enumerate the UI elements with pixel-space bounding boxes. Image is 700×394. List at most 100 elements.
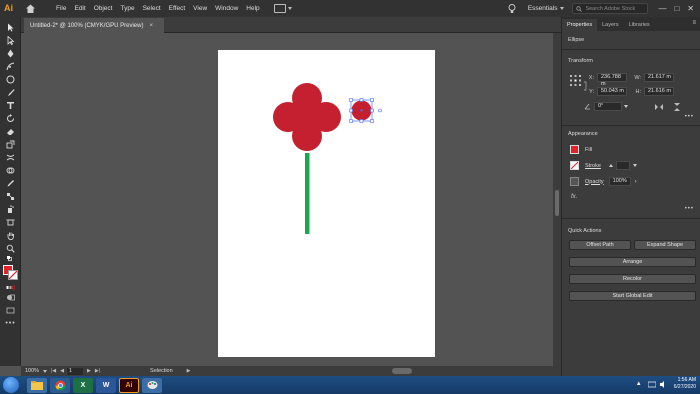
document-tab[interactable]: Untitled-2* @ 100% (CMYK/GPU Preview) × (24, 18, 164, 33)
close-tab-icon[interactable]: × (149, 23, 153, 29)
curvature-tool[interactable] (0, 60, 21, 73)
paint-icon[interactable] (142, 377, 162, 393)
panel-menu-icon[interactable]: ≡ (692, 20, 696, 26)
scale-tool[interactable] (0, 138, 21, 151)
file-explorer-icon[interactable] (27, 377, 47, 393)
h-field[interactable]: 21.616 m (644, 87, 674, 96)
start-global-edit-button[interactable]: Start Global Edit (569, 291, 696, 301)
tab-layers[interactable]: Layers (597, 19, 624, 31)
menu-type[interactable]: Type (116, 0, 138, 17)
paintbrush-tool[interactable] (0, 86, 21, 99)
transform-more-options[interactable]: ••• (685, 114, 694, 120)
lightbulb-icon[interactable] (508, 3, 516, 14)
last-artboard-icon[interactable]: ▶| (95, 368, 100, 374)
menu-help[interactable]: Help (242, 0, 263, 17)
appearance-more-options[interactable]: ••• (685, 206, 694, 212)
screen-mode[interactable] (0, 304, 21, 317)
width-tool[interactable] (0, 151, 21, 164)
stock-search-input[interactable]: Search Adobe Stock (572, 3, 649, 14)
fill-stroke-swatches[interactable] (0, 263, 21, 283)
x-field[interactable]: 236.788 m (597, 73, 627, 87)
status-menu-icon[interactable]: ▶ (187, 368, 191, 374)
w-field[interactable]: 21.617 m (644, 73, 674, 82)
horizontal-scrollbar[interactable] (256, 368, 561, 374)
chrome-icon[interactable] (50, 377, 70, 393)
illustrator-taskbar-icon[interactable]: Ai (119, 377, 139, 393)
symbol-sprayer-tool[interactable] (0, 203, 21, 216)
menu-file[interactable]: File (52, 0, 70, 17)
rotate-tool[interactable] (0, 112, 21, 125)
first-artboard-icon[interactable]: |◀ (51, 368, 56, 374)
start-button[interactable] (3, 377, 19, 393)
expand-shape-button[interactable]: Expand Shape (634, 240, 696, 250)
stroke-color-swatch[interactable] (570, 161, 579, 170)
eraser-tool[interactable] (0, 125, 21, 138)
opacity-label[interactable]: Opacity (585, 179, 604, 185)
arrange-button[interactable]: Arrange (569, 257, 696, 267)
ellipse-tool[interactable] (0, 73, 21, 86)
constrain-proportions-icon[interactable] (583, 81, 589, 91)
color-mode-buttons[interactable] (0, 283, 21, 291)
status-tool-name[interactable]: Selection (150, 368, 173, 374)
type-tool[interactable] (0, 99, 21, 112)
tab-properties[interactable]: Properties (562, 19, 598, 31)
zoom-tool[interactable] (0, 242, 21, 255)
canvas-area[interactable] (21, 33, 553, 366)
chevron-right-icon[interactable]: › (635, 179, 637, 185)
menu-select[interactable]: Select (139, 0, 165, 17)
stroke-weight-up-icon[interactable] (608, 164, 613, 167)
shape-builder-tool[interactable] (0, 164, 21, 177)
scrollbar-thumb[interactable] (392, 368, 412, 374)
direct-selection-tool[interactable] (0, 34, 21, 47)
flip-vertical-icon[interactable] (673, 102, 681, 112)
chevron-down-icon[interactable] (624, 105, 628, 108)
show-hidden-icons[interactable]: ▲ (636, 381, 642, 387)
artboard[interactable] (218, 50, 435, 357)
chevron-down-icon[interactable] (632, 164, 637, 167)
artboard-tool[interactable] (0, 216, 21, 229)
stroke-weight-field[interactable] (615, 161, 630, 170)
angle-field[interactable]: 0° (594, 102, 622, 111)
vertical-scrollbar[interactable] (553, 33, 561, 366)
volume-icon[interactable] (659, 380, 668, 388)
stroke-swatch[interactable] (8, 270, 18, 280)
zoom-level[interactable]: 100% (25, 367, 48, 375)
eyedropper-tool[interactable] (0, 177, 21, 190)
menu-edit[interactable]: Edit (70, 0, 89, 17)
selection-tool[interactable] (0, 21, 21, 34)
reference-point-icon[interactable] (570, 75, 581, 86)
drawing-modes[interactable] (0, 291, 21, 304)
minimize-button[interactable]: — (658, 4, 666, 13)
home-icon[interactable] (25, 3, 36, 14)
maximize-button[interactable]: □ (674, 4, 679, 13)
tab-libraries[interactable]: Libraries (624, 19, 655, 31)
edit-toolbar[interactable]: ••• (0, 317, 21, 330)
stroke-label[interactable]: Stroke (585, 163, 601, 169)
y-field[interactable]: 50.043 m (597, 87, 627, 96)
chevron-down-icon[interactable] (287, 7, 292, 10)
system-clock[interactable]: 1:56 AM 6/27/2020 (674, 377, 696, 391)
fx-button[interactable]: fx. (571, 194, 577, 200)
workspace-switcher[interactable]: Essentials (528, 5, 558, 12)
arrange-documents-icon[interactable] (273, 4, 286, 13)
pen-tool[interactable] (0, 47, 21, 60)
artboard-number-field[interactable]: 1 (67, 367, 84, 375)
menu-object[interactable]: Object (90, 0, 117, 17)
menu-effect[interactable]: Effect (165, 0, 190, 17)
next-artboard-icon[interactable]: ▶ (87, 368, 91, 374)
menu-view[interactable]: View (189, 0, 211, 17)
previous-artboard-icon[interactable]: ◀ (60, 368, 64, 374)
network-icon[interactable] (647, 381, 656, 388)
hand-tool[interactable] (0, 229, 21, 242)
flower-stem[interactable] (305, 153, 310, 234)
excel-icon[interactable]: X (73, 377, 93, 393)
recolor-button[interactable]: Recolor (569, 274, 696, 284)
opacity-field[interactable]: 100% (608, 177, 631, 186)
menu-window[interactable]: Window (211, 0, 242, 17)
flip-horizontal-icon[interactable] (654, 103, 664, 111)
flower-center[interactable] (294, 104, 320, 130)
default-colors-toggle[interactable] (0, 255, 21, 263)
close-button[interactable]: ✕ (687, 4, 694, 13)
scrollbar-thumb[interactable] (555, 190, 559, 216)
fill-color-swatch[interactable] (570, 145, 579, 154)
